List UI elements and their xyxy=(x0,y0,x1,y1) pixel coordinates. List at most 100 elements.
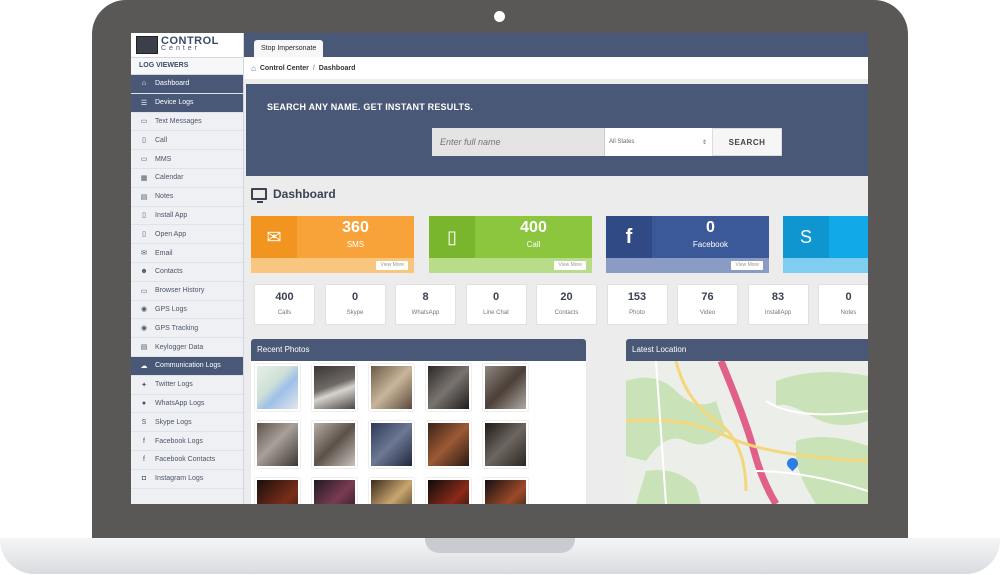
count-box[interactable]: 76 Video xyxy=(677,284,738,325)
count-box[interactable]: 20 Contacts xyxy=(536,284,597,325)
count-value: 0 xyxy=(351,291,359,303)
whatsapp-icon: ● xyxy=(141,399,147,407)
photo-thumbnail[interactable] xyxy=(369,478,414,504)
sidebar-item-notes[interactable]: ▤ Notes xyxy=(131,188,243,207)
stat-card[interactable]: S xyxy=(783,216,868,273)
count-box[interactable]: 400 Calls xyxy=(254,284,315,325)
photo-thumbnail[interactable] xyxy=(312,478,357,504)
photo-thumbnail[interactable] xyxy=(426,421,471,468)
photo-thumbnail[interactable] xyxy=(369,421,414,468)
stat-card[interactable]: ✉ 360 SMS View More xyxy=(251,216,414,273)
sidebar-item-calendar[interactable]: ▦ Calendar xyxy=(131,169,243,188)
stat-label: SMS xyxy=(346,240,365,249)
skype-icon: S xyxy=(783,216,829,258)
view-more-button[interactable]: View More xyxy=(731,261,763,270)
sidebar-item-device-logs[interactable]: ☰ Device Logs xyxy=(131,93,243,113)
logo[interactable]: CONTROL Center xyxy=(131,33,243,58)
sidebar-item-dashboard[interactable]: ⌂ Dashboard xyxy=(131,75,243,94)
sidebar-item-text-messages[interactable]: ▭ Text Messages xyxy=(131,113,243,132)
sidebar-item-label: Instagram Logs xyxy=(155,475,204,483)
photo-thumbnail[interactable] xyxy=(312,364,357,411)
sidebar-item-facebook-logs[interactable]: f Facebook Logs xyxy=(131,432,243,451)
search-button[interactable]: SEARCH xyxy=(712,128,782,156)
sidebar-item-whatsapp-logs[interactable]: ● WhatsApp Logs xyxy=(131,395,243,414)
sidebar-item-label: Facebook Contacts xyxy=(155,456,216,464)
sidebar-item-instagram-logs[interactable]: ◘ Instagram Logs xyxy=(131,470,243,489)
photo-thumbnail[interactable] xyxy=(483,421,528,468)
sidebar-item-gps-tracking[interactable]: ◉ GPS Tracking xyxy=(131,319,243,339)
count-box[interactable]: 153 Photo xyxy=(606,284,668,325)
count-label: Calls xyxy=(277,310,292,316)
count-label: Photo xyxy=(629,310,645,316)
sidebar-item-label: Email xyxy=(155,249,173,257)
facebook-icon: f xyxy=(606,216,652,258)
search-title: SEARCH ANY NAME. GET INSTANT RESULTS. xyxy=(267,102,474,112)
count-box[interactable]: 83 InstallApp xyxy=(747,284,809,325)
count-label: WhatsApp xyxy=(411,310,440,316)
sidebar-item-facebook-contacts[interactable]: f Facebook Contacts xyxy=(131,451,243,470)
stat-card[interactable]: ▯ 400 Call View More xyxy=(429,216,592,273)
stat-value: 360 xyxy=(342,219,369,236)
sidebar-item-mms[interactable]: ▭ MMS xyxy=(131,150,243,169)
facebook-icon: f xyxy=(143,437,145,445)
sidebar-item-install-app[interactable]: ▯ Install App xyxy=(131,207,243,226)
sidebar: CONTROL Center LOG VIEWERS ⌂ Dashboard ☰ De… xyxy=(131,33,244,504)
stop-impersonate-tab[interactable]: Stop Impersonate xyxy=(254,40,324,57)
count-label: InstallApp xyxy=(764,310,792,316)
stat-label: Facebook xyxy=(692,240,729,249)
sidebar-item-contacts[interactable]: ☻ Contacts xyxy=(131,263,243,282)
sidebar-item-skype-logs[interactable]: S Skype Logs xyxy=(131,413,243,433)
sidebar-item-email[interactable]: ✉ Email xyxy=(131,244,243,263)
recent-photos-header: Recent Photos xyxy=(251,339,586,361)
photo-thumbnail[interactable] xyxy=(255,364,300,411)
count-box[interactable]: 0 Skype xyxy=(324,284,386,325)
email-icon: ✉ xyxy=(141,250,147,258)
sidebar-item-label: Keylogger Data xyxy=(155,343,204,351)
mms-icon: ▭ xyxy=(140,156,148,164)
photo-thumbnail[interactable] xyxy=(426,364,471,411)
camera-dot xyxy=(494,11,505,22)
count-value: 83 xyxy=(771,291,785,303)
laptop-notch xyxy=(425,538,575,553)
view-more-button[interactable]: View More xyxy=(376,261,408,270)
state-select[interactable]: All States ⇕ xyxy=(604,128,712,156)
photo-thumbnail[interactable] xyxy=(312,421,357,468)
photo-thumbnail[interactable] xyxy=(426,478,471,504)
breadcrumb-root[interactable]: Control Center xyxy=(260,65,309,72)
state-select-value: All States xyxy=(609,139,635,145)
photo-thumbnail[interactable] xyxy=(255,421,300,468)
dashboard-heading: Dashboard xyxy=(251,187,336,203)
sidebar-item-browser-history[interactable]: ▭ Browser History xyxy=(131,282,243,301)
sidebar-item-open-app[interactable]: ▯ Open App xyxy=(131,225,243,245)
sidebar-item-label: Browser History xyxy=(155,287,205,295)
photo-thumbnail[interactable] xyxy=(369,364,414,411)
count-box[interactable]: 0 Line Chat xyxy=(465,284,527,325)
sidebar-item-call[interactable]: ▯ Call xyxy=(131,131,243,151)
notes-icon: ▤ xyxy=(140,193,148,201)
sidebar-nav: ⌂ Dashboard ☰ Device Logs ▭ Text Messages ▯ Cal… xyxy=(131,75,243,489)
topbar: Stop Impersonate xyxy=(244,33,868,57)
photo-thumbnail[interactable] xyxy=(483,478,528,504)
home-icon[interactable]: ⌂ xyxy=(251,64,256,73)
sidebar-item-twitter-logs[interactable]: ✦ Twitter Logs xyxy=(131,376,243,395)
recent-photos-panel xyxy=(251,361,586,504)
stat-value: 400 xyxy=(520,219,547,236)
sidebar-item-gps-logs[interactable]: ◉ GPS Logs xyxy=(131,301,243,320)
sidebar-item-communication-logs[interactable]: ☁ Communication Logs xyxy=(131,356,243,376)
view-more-button[interactable]: View More xyxy=(554,261,586,270)
photo-thumbnail[interactable] xyxy=(483,364,528,411)
sidebar-item-keylogger-data[interactable]: ▤ Keylogger Data xyxy=(131,338,243,357)
photo-thumbnail[interactable] xyxy=(255,478,300,504)
sidebar-item-label: GPS Logs xyxy=(155,305,187,313)
count-value: 0 xyxy=(492,291,500,303)
count-label: Skype xyxy=(346,310,364,316)
count-value: 20 xyxy=(560,291,573,303)
logo-text: CONTROL Center xyxy=(161,36,219,53)
count-label: Notes xyxy=(840,310,857,316)
count-box[interactable]: 8 WhatsApp xyxy=(395,284,456,325)
full-name-input[interactable] xyxy=(432,128,604,156)
count-label: Contacts xyxy=(554,310,579,316)
stat-card[interactable]: f 0 Facebook View More xyxy=(606,216,769,273)
count-box[interactable]: 0 Notes xyxy=(818,284,868,325)
location-map[interactable] xyxy=(626,361,868,504)
